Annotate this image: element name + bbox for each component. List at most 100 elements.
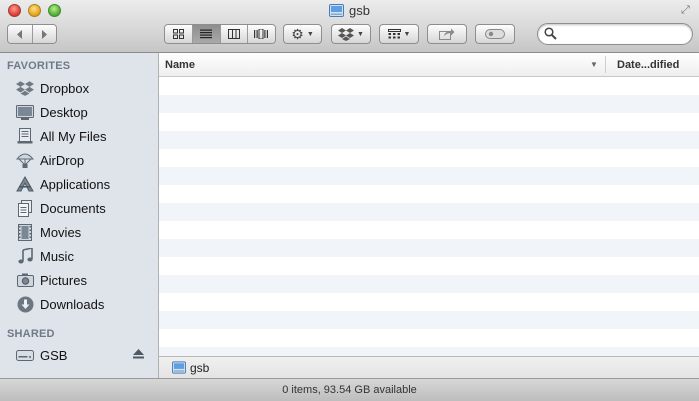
sidebar-header-shared: SHARED: [7, 328, 55, 340]
empty-row: [159, 311, 699, 329]
list-view-icon: [200, 29, 213, 39]
forward-button[interactable]: [32, 25, 56, 43]
view-mode-control: [164, 24, 276, 44]
empty-row: [159, 221, 699, 239]
file-list[interactable]: Name ▼ Date...dified: [159, 53, 699, 356]
icon-view-icon: [173, 29, 185, 39]
path-bar: gsb: [159, 356, 699, 378]
movies-icon: [14, 223, 36, 241]
empty-row: [159, 239, 699, 257]
downloads-icon: [14, 295, 36, 313]
airdrop-icon: [14, 151, 36, 169]
chevron-down-icon: ▼: [306, 30, 314, 38]
sidebar-item-downloads[interactable]: Downloads: [0, 292, 158, 316]
column-header-date-modified[interactable]: Date...dified: [617, 59, 679, 71]
sidebar-item-gsb[interactable]: GSB: [0, 343, 158, 367]
column-view-button[interactable]: [220, 25, 248, 43]
status-text: 0 items, 93.54 GB available: [282, 384, 417, 396]
sidebar-item-applications[interactable]: Applications: [0, 172, 158, 196]
applications-icon: [14, 175, 36, 193]
sidebar-item-documents[interactable]: Documents: [0, 196, 158, 220]
sidebar-item-music[interactable]: Music: [0, 244, 158, 268]
column-view-icon: [227, 29, 240, 39]
sidebar: FAVORITES Dropbox Desktop All My Files A…: [0, 53, 159, 378]
empty-row: [159, 257, 699, 275]
icon-view-button[interactable]: [165, 25, 194, 43]
cover-flow-icon: [254, 29, 269, 39]
sidebar-item-airdrop[interactable]: AirDrop: [0, 148, 158, 172]
empty-row: [159, 113, 699, 131]
sidebar-item-label: AirDrop: [40, 152, 85, 168]
empty-row: [159, 95, 699, 113]
cover-flow-view-button[interactable]: [247, 25, 275, 43]
sidebar-header-favorites: FAVORITES: [7, 60, 71, 72]
back-button[interactable]: [8, 25, 33, 43]
arrange-menu-button[interactable]: ▼: [379, 24, 419, 44]
pictures-icon: [14, 271, 36, 289]
sidebar-item-all-my-files[interactable]: All My Files: [0, 124, 158, 148]
path-bar-item[interactable]: gsb: [190, 361, 209, 375]
list-view-button[interactable]: [193, 25, 221, 43]
gear-icon: ⚙: [291, 25, 304, 42]
empty-row: [159, 167, 699, 185]
sidebar-item-label: Dropbox: [40, 80, 90, 96]
column-divider[interactable]: [605, 56, 606, 73]
back-arrow-icon: [16, 29, 22, 39]
sidebar-item-movies[interactable]: Movies: [0, 220, 158, 244]
sidebar-item-label: Movies: [40, 224, 82, 240]
dropbox-menu-button[interactable]: ▼: [331, 24, 371, 44]
empty-row: [159, 275, 699, 293]
sidebar-item-label: All My Files: [40, 128, 107, 144]
empty-row: [159, 131, 699, 149]
sidebar-item-label: Desktop: [40, 104, 88, 120]
music-icon: [14, 247, 36, 265]
fullscreen-icon[interactable]: ⤢: [681, 4, 693, 16]
search-icon: [544, 27, 557, 40]
dropbox-icon: [338, 27, 355, 41]
sidebar-item-dropbox[interactable]: Dropbox: [0, 76, 158, 100]
empty-row: [159, 293, 699, 311]
forward-arrow-icon: [42, 29, 48, 39]
desktop-icon: [14, 103, 36, 121]
share-button[interactable]: [427, 24, 467, 44]
window-title: gsb: [0, 3, 699, 18]
empty-row: [159, 347, 699, 356]
drive-icon: [172, 361, 186, 374]
edit-tags-button[interactable]: [475, 24, 515, 44]
back-forward-control: [7, 24, 57, 44]
share-icon: [439, 28, 455, 40]
file-list-rows: [159, 77, 699, 356]
sort-descending-icon: ▼: [590, 60, 598, 69]
action-menu-button[interactable]: ⚙ ▼: [283, 24, 322, 44]
search-input[interactable]: [560, 26, 689, 44]
arrange-icon: [387, 29, 401, 39]
sidebar-item-desktop[interactable]: Desktop: [0, 100, 158, 124]
chevron-down-icon: ▼: [357, 30, 364, 38]
sidebar-item-label: Pictures: [40, 272, 87, 288]
documents-icon: [14, 199, 36, 217]
all-files-icon: [14, 127, 36, 145]
search-field[interactable]: [537, 23, 693, 45]
empty-row: [159, 185, 699, 203]
sidebar-item-label: Music: [40, 248, 74, 264]
network-drive-icon: [14, 346, 36, 364]
empty-row: [159, 329, 699, 347]
column-header: Name ▼ Date...dified: [159, 53, 699, 77]
toolbar: gsb ⤢ ⚙ ▼ ▼ ▼: [0, 0, 699, 53]
empty-row: [159, 203, 699, 221]
status-bar: 0 items, 93.54 GB available: [0, 378, 699, 401]
empty-row: [159, 77, 699, 95]
tag-icon: [485, 29, 505, 39]
empty-row: [159, 149, 699, 167]
chevron-down-icon: ▼: [403, 30, 411, 38]
drive-icon: [329, 4, 345, 17]
sidebar-item-label: GSB: [40, 347, 68, 363]
finder-window: gsb ⤢ ⚙ ▼ ▼ ▼ FAVORITES Dropbox Desktop …: [0, 0, 699, 401]
sidebar-item-label: Downloads: [40, 296, 105, 312]
dropbox-icon: [14, 79, 36, 97]
sidebar-item-label: Documents: [40, 200, 106, 216]
sidebar-item-pictures[interactable]: Pictures: [0, 268, 158, 292]
column-header-name[interactable]: Name: [165, 59, 195, 71]
eject-icon[interactable]: [133, 349, 144, 359]
sidebar-item-label: Applications: [40, 176, 111, 192]
